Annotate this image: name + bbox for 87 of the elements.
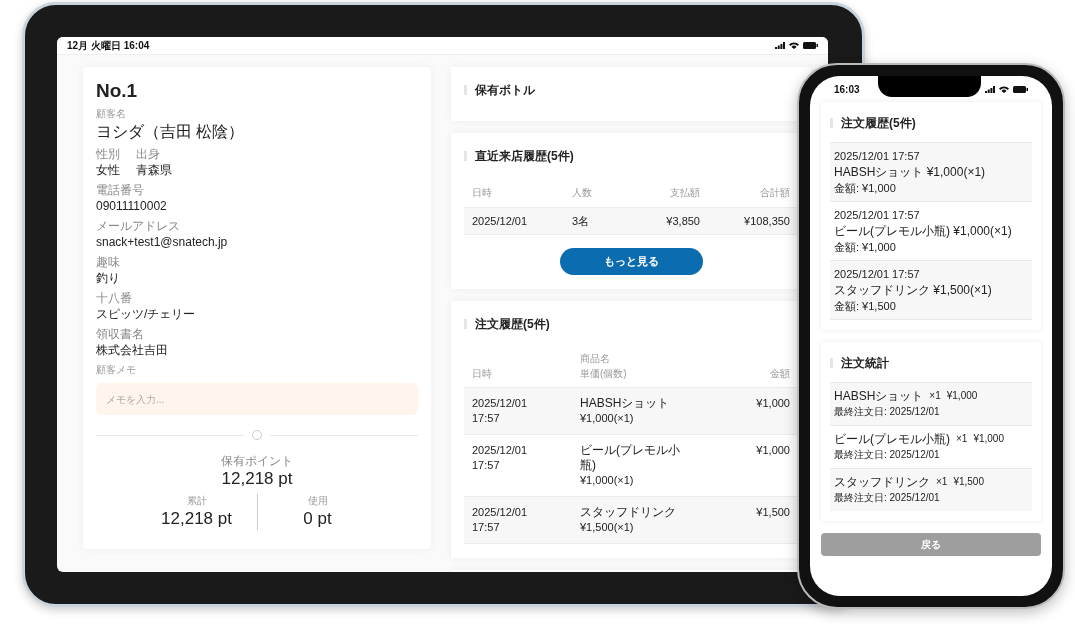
table-cell-text: ¥1,000(×1) <box>580 411 635 426</box>
more-button[interactable]: もっと見る <box>559 248 703 275</box>
table-cell-text: 2025/12/01 <box>472 443 529 458</box>
column-header: 商品名 <box>580 352 611 366</box>
column-header: 金額 <box>770 367 790 381</box>
column-header: 日時 <box>472 185 493 200</box>
table-cell-text: 2025/12/01 <box>472 213 529 229</box>
table-cell-text: HABSHショット <box>580 396 671 411</box>
field-value: スピッツ/チェリー <box>96 306 196 323</box>
signal-icon <box>775 42 785 49</box>
column-header: 単価(個数) <box>580 367 628 381</box>
table-cell-text: ¥108,350 <box>743 213 790 229</box>
field-label: 顧客名 <box>96 107 127 121</box>
customer-name: ヨシダ（吉田 松陰） <box>96 122 246 142</box>
field-label: 領収書名 <box>96 327 145 341</box>
table-cell-text: ¥1,500 <box>755 505 790 520</box>
last-order-date: 最終注文日: 2025/12/01 <box>834 448 941 462</box>
field-value: snack+test1@snatech.jp <box>96 234 228 251</box>
order-text: 2025/12/01 17:57 <box>834 267 921 282</box>
field-label: 十八番 <box>96 291 133 305</box>
status-time: 16:03 <box>834 82 860 97</box>
item-quantity: ×1 <box>929 389 941 403</box>
order-text: 金額: ¥1,000 <box>834 181 897 196</box>
order-text: スタッフドリンク ¥1,500(×1) <box>834 282 993 298</box>
column-header: 日時 <box>472 367 493 381</box>
battery-icon <box>1013 85 1028 93</box>
order-text: 2025/12/01 17:57 <box>834 208 921 223</box>
table-cell-text: 2025/12/01 <box>472 505 529 520</box>
table-cell-text: ¥1,000 <box>755 443 790 458</box>
section-title: 保有ボトル <box>475 82 535 99</box>
points-label: 保有ポイント <box>221 454 293 468</box>
field-label: 電話番号 <box>96 183 145 197</box>
status-time: 12月 火曜日 16:04 <box>67 39 150 53</box>
table-cell-text: ビール(プレモル小瓶) <box>580 443 681 473</box>
section-title: 注文統計 <box>841 355 889 372</box>
field-value: 株式会社吉田 <box>96 342 168 359</box>
item-price: ¥1,000 <box>946 389 978 403</box>
field-label: メールアドレス <box>96 219 181 233</box>
column-header: 合計額 <box>759 185 790 200</box>
field-label: 性別 <box>96 147 120 161</box>
memo-field[interactable]: メモを入力... <box>96 383 418 415</box>
section-title: 注文履歴(5件) <box>841 115 916 132</box>
item-name: HABSHショット <box>834 388 924 404</box>
wifi-icon <box>999 85 1009 93</box>
table-cell-text: ¥1,000(×1) <box>580 473 635 488</box>
table-cell-text: 2025/12/01 <box>472 396 529 411</box>
section-title: 注文履歴(5件) <box>475 316 550 333</box>
field-value: 09011110002 <box>96 198 167 215</box>
order-text: HABSHショット ¥1,000(×1) <box>834 164 987 180</box>
points-value: 12,218 pt <box>221 468 293 490</box>
item-price: ¥1,500 <box>953 475 984 489</box>
field-value: 女性 <box>96 162 120 179</box>
table-cell-text: 17:57 <box>472 520 501 535</box>
order-text: 金額: ¥1,500 <box>834 299 897 314</box>
points-value: 12,218 pt <box>161 508 232 530</box>
table-cell-text: 17:57 <box>472 458 501 473</box>
wifi-icon <box>789 42 799 49</box>
item-name: スタッフドリンク <box>834 474 930 490</box>
item-quantity: ×1 <box>936 475 948 489</box>
last-order-date: 最終注文日: 2025/12/01 <box>834 491 941 505</box>
table-cell-text: スタッフドリンク <box>580 505 677 520</box>
field-value: 釣り <box>96 270 120 287</box>
signal-icon <box>985 85 995 93</box>
field-label: 顧客メモ <box>96 363 137 377</box>
order-text: 金額: ¥1,000 <box>834 240 897 255</box>
points-label: 累計 <box>186 494 207 508</box>
item-quantity: ×1 <box>956 432 968 446</box>
field-label: 出身 <box>136 147 161 161</box>
order-text: ビール(プレモル小瓶) ¥1,000(×1) <box>834 223 1013 239</box>
table-cell-text: 3名 <box>572 213 591 229</box>
field-value: 青森県 <box>136 162 172 179</box>
customer-number: No.1 <box>96 79 139 103</box>
table-cell-text: ¥1,000 <box>755 396 790 411</box>
section-title: 直近来店履歴(5件) <box>475 148 574 165</box>
points-value: 0 pt <box>303 508 332 530</box>
item-name: ビール(プレモル小瓶) <box>834 431 950 447</box>
column-header: 人数 <box>572 185 593 200</box>
item-price: ¥1,000 <box>973 432 1004 446</box>
last-order-date: 最終注文日: 2025/12/01 <box>834 405 941 419</box>
table-cell-text: 17:57 <box>472 411 501 426</box>
field-label: 趣味 <box>96 255 120 269</box>
order-text: 2025/12/01 17:57 <box>834 149 921 164</box>
table-cell-text: ¥3,850 <box>665 213 700 229</box>
points-label: 使用 <box>307 494 328 508</box>
battery-icon <box>803 42 818 49</box>
table-cell-text: ¥1,500(×1) <box>580 520 635 535</box>
column-header: 支払額 <box>669 185 700 200</box>
